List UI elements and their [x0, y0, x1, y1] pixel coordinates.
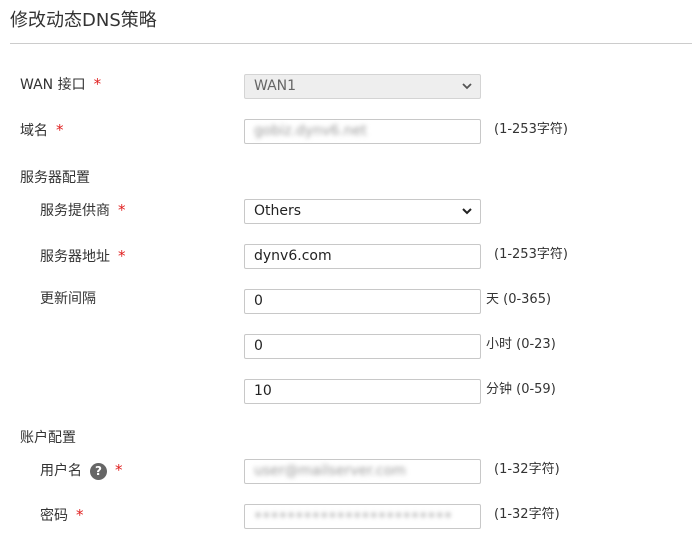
interval-minutes-hint: 分钟 (0-59)	[486, 382, 556, 397]
username-label: 用户名? *	[40, 461, 123, 480]
interval-days-input[interactable]: 0	[244, 289, 481, 314]
required-mark: *	[118, 201, 126, 219]
server-address-value: dynv6.com	[254, 248, 332, 264]
wan-interface-label: WAN 接口 *	[20, 75, 101, 94]
password-label: 密码 *	[40, 506, 84, 525]
provider-select[interactable]: Others	[244, 199, 481, 224]
wan-interface-select[interactable]: WAN1	[244, 74, 481, 99]
provider-label: 服务提供商 *	[40, 201, 126, 220]
interval-hours-value: 0	[254, 338, 263, 354]
username-label-text: 用户名	[40, 463, 82, 479]
help-icon[interactable]: ?	[90, 462, 107, 480]
username-value: user@mailserver.com	[254, 463, 406, 479]
domain-input[interactable]: gobiz.dynv6.net	[244, 119, 481, 144]
update-interval-label-text: 更新间隔	[40, 291, 96, 307]
required-mark: *	[118, 247, 126, 265]
update-interval-label: 更新间隔	[40, 290, 96, 308]
password-label-text: 密码	[40, 508, 68, 524]
wan-interface-value: WAN1	[254, 78, 297, 94]
wan-interface-label-text: WAN 接口	[20, 77, 86, 93]
username-input[interactable]: user@mailserver.com	[244, 459, 481, 484]
interval-hours-input[interactable]: 0	[244, 334, 481, 359]
server-address-hint: (1-253字符)	[494, 247, 568, 262]
domain-label: 域名 *	[20, 121, 64, 140]
account-config-section-label: 账户配置	[20, 430, 76, 446]
password-input[interactable]: ••••••••••••••••••••••••	[244, 504, 481, 529]
provider-value: Others	[254, 203, 302, 219]
required-mark: *	[56, 121, 64, 139]
interval-minutes-input[interactable]: 10	[244, 379, 481, 404]
required-mark: *	[93, 75, 102, 93]
server-address-label: 服务器地址 *	[40, 247, 126, 266]
interval-minutes-value: 10	[254, 383, 272, 399]
interval-hours-hint: 小时 (0-23)	[486, 337, 556, 352]
chevron-down-icon	[462, 208, 472, 215]
interval-days-value: 0	[254, 293, 263, 309]
username-hint: (1-32字符)	[494, 462, 560, 477]
provider-label-text: 服务提供商	[40, 203, 110, 219]
domain-label-text: 域名	[20, 123, 48, 139]
server-address-input[interactable]: dynv6.com	[244, 244, 481, 269]
domain-value: gobiz.dynv6.net	[254, 123, 367, 139]
required-mark: *	[115, 461, 123, 479]
server-address-label-text: 服务器地址	[40, 249, 110, 265]
page-title: 修改动态DNS策略	[10, 10, 157, 31]
chevron-down-icon	[462, 83, 472, 90]
password-value: ••••••••••••••••••••••••	[254, 508, 453, 524]
interval-days-hint: 天 (0-365)	[486, 292, 552, 307]
required-mark: *	[76, 506, 84, 524]
password-hint: (1-32字符)	[494, 507, 560, 522]
server-config-section-label: 服务器配置	[20, 170, 90, 186]
title-divider	[10, 43, 692, 44]
domain-hint: (1-253字符)	[494, 122, 568, 137]
